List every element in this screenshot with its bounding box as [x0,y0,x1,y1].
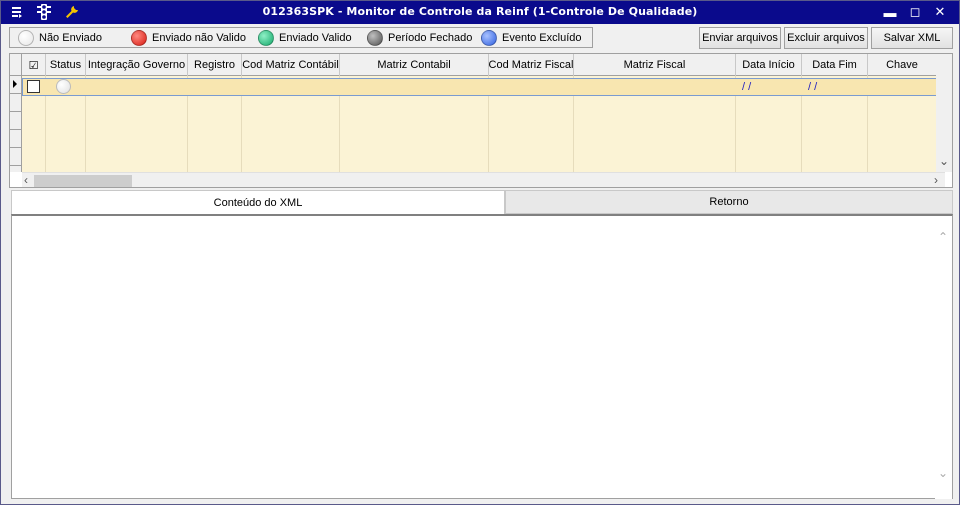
column-header-chave[interactable]: Chave [868,54,936,76]
scroll-down-icon[interactable]: ⌄ [939,154,949,168]
legend-enviado-nao-valido: Enviado não Valido [131,29,246,47]
status-legend: Não Enviado Enviado não Valido Enviado V… [9,27,593,48]
scroll-left-icon[interactable]: ‹ [24,173,28,187]
legend-label: Não Enviado [39,32,102,44]
data-fim-cell[interactable]: / / [808,81,817,93]
column-header-matriz-fiscal[interactable]: Matriz Fiscal [574,54,736,76]
legend-evento-excluido: Evento Excluído [481,29,582,47]
grid-body: / / / / [22,76,945,172]
minimize-button[interactable]: ▬ [879,3,901,21]
scroll-down-icon[interactable]: ⌄ [938,466,948,480]
content-vertical-scrollbar[interactable]: ⌃ ⌄ [935,216,952,499]
events-grid: ☑ Status Integração Governo Registro Cod… [9,53,953,188]
scroll-right-icon[interactable]: › [934,173,938,187]
legend-label: Evento Excluído [502,32,582,44]
legend-label: Período Fechado [388,32,473,44]
grid-horizontal-scrollbar[interactable]: ‹ › [22,172,945,187]
legend-enviado-valido: Enviado Valido [258,29,352,47]
xml-content-area[interactable]: ⌃ ⌄ [11,214,953,499]
scroll-up-icon[interactable]: ⌃ [938,230,948,244]
title-bar: 012363SPK - Monitor de Controle da Reinf… [1,1,959,24]
row-checkbox[interactable] [27,80,40,93]
send-files-button[interactable]: Enviar arquivos [699,27,781,49]
main-window: 012363SPK - Monitor de Controle da Reinf… [0,0,960,505]
white-status-icon [18,30,34,46]
legend-label: Enviado não Valido [152,32,246,44]
green-status-icon [258,30,274,46]
window-title: 012363SPK - Monitor de Controle da Reinf… [262,5,698,18]
blue-status-icon [481,30,497,46]
column-header-matriz-contabil[interactable]: Matriz Contabil [340,54,489,76]
status-indicator-icon [56,79,71,94]
column-header-data-fim[interactable]: Data Fim [802,54,868,76]
maximize-button[interactable]: ◻ [904,3,926,21]
column-header-registro[interactable]: Registro [188,54,242,76]
column-header-cod-matriz-fiscal[interactable]: Cod Matriz Fiscal [489,54,574,76]
gray-status-icon [367,30,383,46]
column-header-data-inicio[interactable]: Data Início [736,54,802,76]
data-inicio-cell[interactable]: / / [742,81,751,93]
tab-retorno[interactable]: Retorno [505,190,953,214]
table-row[interactable]: / / / / [22,78,945,96]
column-header-cod-matriz-contabil[interactable]: Cod Matriz Contábil [242,54,340,76]
legend-periodo-fechado: Período Fechado [367,29,472,47]
grid-vertical-scrollbar[interactable]: ⌄ [936,54,952,172]
column-header-integracao-governo[interactable]: Integração Governo [86,54,188,76]
scrollbar-thumb[interactable] [34,175,132,187]
current-row-indicator-icon [10,76,21,94]
grid-header: ☑ Status Integração Governo Registro Cod… [22,54,945,76]
select-all-checkbox[interactable]: ☑ [22,54,46,76]
close-button[interactable]: ✕ [929,3,951,21]
column-header-status[interactable]: Status [46,54,86,76]
row-indicator-column [10,54,22,172]
tab-conteudo-xml[interactable]: Conteúdo do XML [11,190,505,214]
legend-label: Enviado Valido [279,32,352,44]
delete-files-button[interactable]: Excluir arquivos [784,27,868,49]
save-xml-button[interactable]: Salvar XML [871,27,953,49]
legend-nao-enviado: Não Enviado [18,29,102,47]
red-status-icon [131,30,147,46]
